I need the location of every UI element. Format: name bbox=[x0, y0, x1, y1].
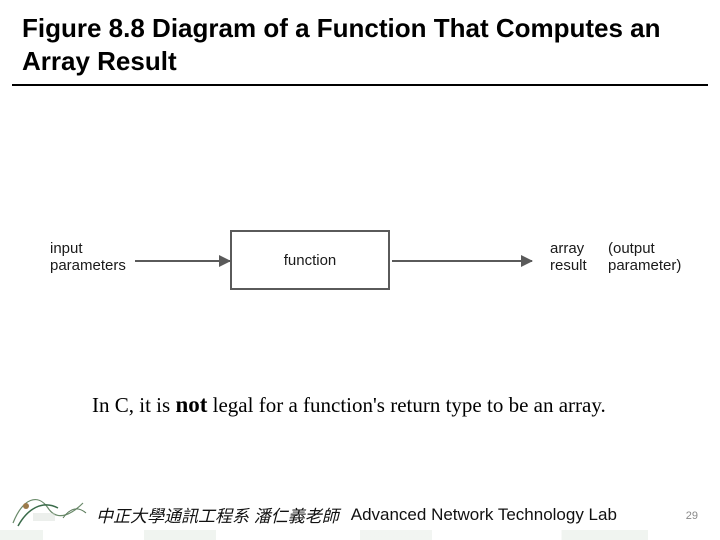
footer-affiliation-cjk: 中正大學通訊工程系 潘仁義老師 bbox=[96, 502, 339, 527]
input-parameters-label: input parameters bbox=[50, 240, 126, 275]
title-underline bbox=[12, 84, 708, 86]
footer-text: 中正大學通訊工程系 潘仁義老師 Advanced Network Technol… bbox=[96, 502, 617, 528]
output-label-line2: parameter) bbox=[608, 257, 681, 274]
slide-title: Figure 8.8 Diagram of a Function That Co… bbox=[0, 0, 720, 83]
input-label-line1: input bbox=[50, 240, 83, 257]
caption-pre: In C, it is bbox=[92, 393, 175, 417]
caption-text: In C, it is not legal for a function's r… bbox=[92, 392, 606, 418]
array-label-line1: array bbox=[550, 240, 584, 257]
input-label-line2: parameters bbox=[50, 257, 126, 274]
footer-logo-icon bbox=[8, 478, 88, 528]
page-number: 29 bbox=[686, 510, 698, 522]
array-result-label: array result bbox=[550, 240, 587, 275]
output-parameter-label: (output parameter) bbox=[608, 240, 681, 275]
function-box: function bbox=[230, 230, 390, 290]
footer: 中正大學通訊工程系 潘仁義老師 Advanced Network Technol… bbox=[0, 478, 720, 528]
array-label-line2: result bbox=[550, 257, 587, 274]
slide: Figure 8.8 Diagram of a Function That Co… bbox=[0, 0, 720, 540]
caption-emphasis: not bbox=[175, 392, 207, 417]
footer-lab-name: Advanced Network Technology Lab bbox=[351, 505, 617, 525]
figure-number: Figure 8.8 bbox=[22, 13, 145, 43]
arrow-function-to-output bbox=[392, 260, 532, 262]
caption-post: legal for a function's return type to be… bbox=[207, 393, 605, 417]
function-box-label: function bbox=[284, 252, 337, 269]
arrow-input-to-function bbox=[135, 260, 230, 262]
output-label-line1: (output bbox=[608, 240, 655, 257]
decorative-bottom-border bbox=[0, 530, 720, 540]
